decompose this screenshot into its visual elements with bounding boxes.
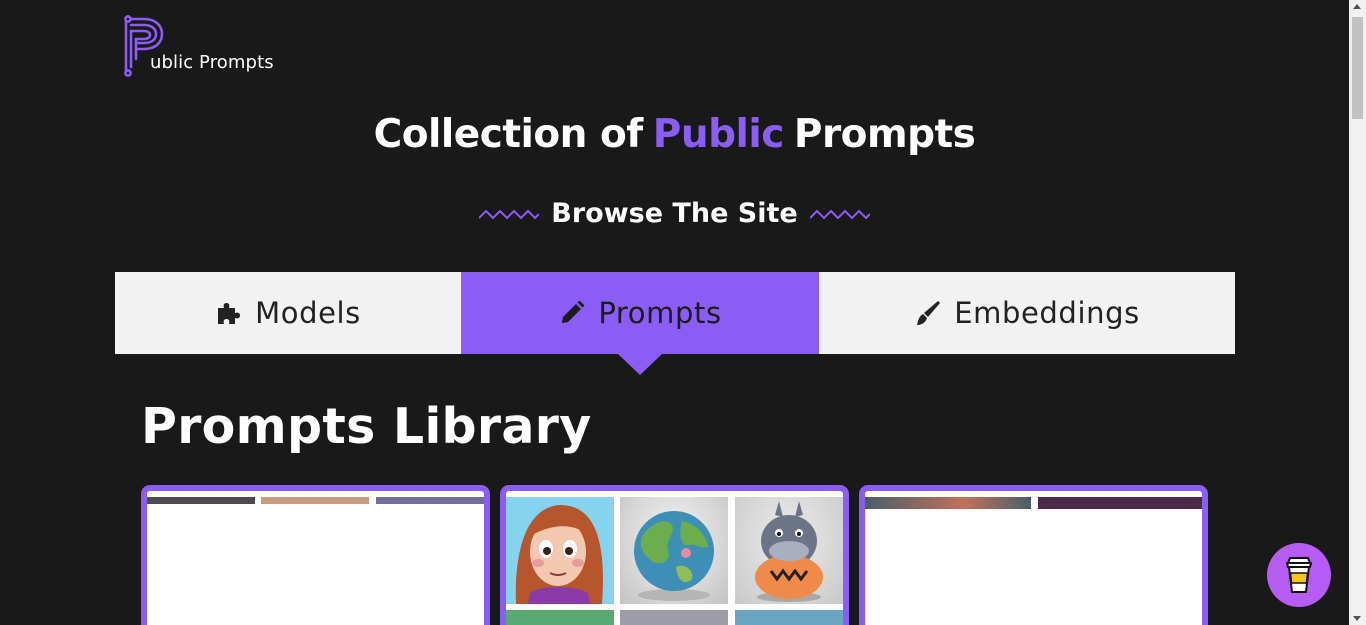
library-title: Prompts Library (141, 398, 592, 455)
scroll-down-arrow-icon[interactable] (1353, 616, 1361, 621)
card-thumbnail (735, 497, 843, 604)
tab-embeddings[interactable]: Embeddings (819, 272, 1235, 354)
card-thumbnail (865, 497, 1031, 509)
tab-prompts-label: Prompts (598, 296, 722, 330)
felt-globe-image (634, 511, 714, 601)
browse-heading: Browse The Site (0, 198, 1349, 229)
tab-models-label: Models (255, 296, 361, 330)
active-tab-pointer (618, 354, 662, 375)
card-thumbnail (506, 497, 614, 604)
prompt-card[interactable] (859, 485, 1208, 625)
zigzag-right-icon (809, 209, 870, 219)
tab-embeddings-label: Embeddings (954, 296, 1140, 330)
hero-title-pre: Collection of (373, 112, 644, 157)
scroll-up-arrow-icon[interactable] (1353, 4, 1361, 9)
prompt-card[interactable] (500, 485, 849, 625)
puzzle-icon (218, 303, 241, 324)
card-thumbnail (261, 497, 369, 504)
card-thumbnail (376, 497, 484, 504)
pencil-icon (562, 300, 585, 323)
tab-models[interactable]: Models (115, 272, 461, 354)
brush-icon (917, 301, 941, 325)
scrollbar-thumb[interactable] (1352, 17, 1363, 119)
buy-me-a-coffee-button[interactable] (1267, 543, 1331, 607)
tab-prompts[interactable]: Prompts (461, 272, 819, 375)
logo-text: ublic Prompts (150, 52, 274, 73)
coffee-cup-icon (1286, 557, 1312, 593)
site-logo[interactable]: ublic Prompts (122, 15, 292, 77)
prompt-card[interactable] (141, 485, 490, 625)
hero-title: Collection of Public Prompts (0, 112, 1349, 157)
prompt-cards (141, 485, 1211, 625)
card-thumbnail (506, 610, 614, 625)
card-thumbnail (620, 497, 728, 604)
page: ublic Prompts Collection of Public Prompts… (0, 0, 1349, 625)
site-tabs: Models Prompts Embeddings (115, 272, 1235, 375)
felt-totoro-image (755, 501, 823, 602)
hero-title-accent: Public (652, 112, 785, 157)
card-thumbnail (735, 610, 843, 625)
browse-label: Browse The Site (551, 198, 798, 229)
page-scrollbar[interactable] (1349, 0, 1366, 625)
hero-title-post: Prompts (793, 112, 976, 157)
card-thumbnail (1038, 497, 1202, 509)
felt-girl-image (506, 497, 614, 604)
zigzag-left-icon (479, 209, 540, 219)
card-thumbnail (147, 497, 255, 504)
card-thumbnail (620, 610, 728, 625)
